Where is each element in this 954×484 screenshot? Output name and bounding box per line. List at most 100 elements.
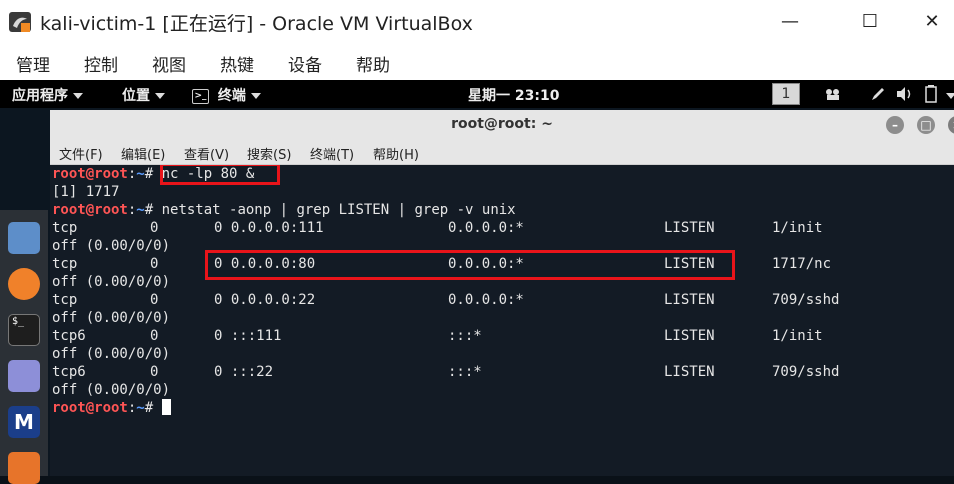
terminal-menu-edit[interactable]: 编辑(E) (121, 144, 165, 163)
job-output: [1] 1717 (52, 184, 120, 200)
close-button[interactable]: ✕ (912, 8, 952, 36)
menu-devices[interactable]: 设备 (288, 51, 322, 76)
cell-pid-program: 709/sshd (772, 364, 840, 380)
cell-recv-q: 0 (150, 292, 159, 308)
terminal-icon[interactable]: $_ (8, 314, 40, 346)
cell-foreign-address: 0.0.0.0:* (448, 220, 524, 236)
highlight-box-port-80 (205, 250, 735, 280)
system-menu-chevron-icon[interactable] (946, 93, 954, 99)
cell-state: LISTEN (664, 220, 715, 236)
pen-icon[interactable] (870, 86, 886, 102)
vbox-title-bar: kali-victim-1 [正在运行] - Oracle VM Virtual… (0, 0, 954, 44)
terminal-app-menu[interactable]: >_ 终端 (192, 85, 261, 105)
places-menu[interactable]: 位置 (122, 85, 165, 105)
chevron-down-icon (73, 93, 83, 99)
netstat-row: tcp 0 0 0.0.0.0:111 0.0.0.0:* LISTEN 1/i… (52, 219, 942, 237)
prompt-path: ~ (136, 202, 145, 218)
prompt-path: ~ (136, 166, 145, 182)
battery-icon[interactable] (924, 85, 938, 103)
netstat-row: tcp6 0 0 :::22 :::* LISTEN 709/sshd (52, 363, 942, 381)
terminal-maximize-button[interactable]: □ (917, 116, 935, 134)
terminal-menu-bar: 文件(F) 编辑(E) 查看(V) 搜索(S) 终端(T) 帮助(H) (50, 140, 954, 165)
terminal-menu-view[interactable]: 查看(V) (184, 144, 229, 163)
virtualbox-kali-icon (9, 12, 31, 32)
netstat-row: tcp6 0 0 :::111 :::* LISTEN 1/init (52, 327, 942, 345)
vbox-menu-bar: 管理 控制 视图 热键 设备 帮助 (0, 44, 954, 80)
netstat-row: tcp 0 0 0.0.0.0:22 0.0.0.0:* LISTEN 709/… (52, 291, 942, 309)
cell-proto: tcp (52, 292, 78, 308)
gnome-top-bar: 应用程序 位置 >_ 终端 星期一 23:10 1 (0, 80, 954, 108)
terminal-app-label: 终端 (217, 88, 246, 104)
minimize-button[interactable]: — (770, 8, 810, 36)
camera-icon[interactable] (824, 87, 842, 101)
cell-foreign-address: 0.0.0.0:* (448, 292, 524, 308)
terminal-title: root@root: ~ (451, 116, 553, 132)
cell-recv-q: 0 (150, 364, 159, 380)
terminal-window[interactable]: root@root: ~ – □ × 文件(F) 编辑(E) 查看(V) 搜索(… (50, 110, 954, 476)
prompt-hash: # (144, 202, 162, 218)
menu-view[interactable]: 视图 (152, 51, 186, 76)
terminal-header[interactable]: root@root: ~ – □ × (50, 110, 954, 141)
workspace-indicator[interactable]: 1 (772, 83, 800, 105)
command-line: root@root:~# netstat -aonp | grep LISTEN… (52, 201, 516, 219)
cell-local-address: 0 :::22 (214, 364, 274, 380)
cell-recv-q: 0 (150, 256, 159, 272)
dock: $_ M (0, 210, 48, 484)
command-line[interactable]: root@root:~# (52, 399, 171, 417)
terminal-menu-terminal[interactable]: 终端(T) (310, 144, 354, 163)
cell-foreign-address: :::* (448, 364, 482, 380)
app-icon[interactable] (8, 452, 40, 484)
cell-pid-program: 709/sshd (772, 292, 840, 308)
cell-foreign-address: :::* (448, 328, 482, 344)
terminal-menu-help[interactable]: 帮助(H) (373, 144, 419, 163)
firefox-icon[interactable] (8, 268, 40, 300)
timer-line: off (0.00/0/0) (52, 274, 171, 290)
cell-recv-q: 0 (150, 328, 159, 344)
highlight-box-command (160, 165, 280, 185)
timer-line: off (0.00/0/0) (52, 238, 171, 254)
files-icon[interactable] (8, 222, 40, 254)
volume-icon[interactable] (896, 86, 914, 102)
timer-line: off (0.00/0/0) (52, 382, 171, 398)
applications-label: 应用程序 (12, 88, 68, 104)
menu-help[interactable]: 帮助 (356, 51, 390, 76)
cell-proto: tcp6 (52, 328, 86, 344)
cell-proto: tcp6 (52, 364, 86, 380)
cell-local-address: 0 0.0.0.0:111 (214, 220, 324, 236)
terminal-menu-file[interactable]: 文件(F) (59, 144, 103, 163)
cell-proto: tcp (52, 256, 78, 272)
prompt-user: root@root (52, 202, 128, 218)
menu-manage[interactable]: 管理 (16, 51, 50, 76)
text-cursor (161, 399, 171, 415)
command-text: netstat -aonp | grep LISTEN | grep -v un… (161, 202, 516, 218)
cell-local-address: 0 0.0.0.0:22 (214, 292, 316, 308)
cell-state: LISTEN (664, 292, 715, 308)
applications-menu[interactable]: 应用程序 (12, 85, 83, 105)
prompt-hash: # (144, 400, 162, 416)
prompt-user: root@root (52, 166, 128, 182)
cell-state: LISTEN (664, 328, 715, 344)
timer-line: off (0.00/0/0) (52, 310, 171, 326)
window-title: kali-victim-1 [正在运行] - Oracle VM Virtual… (40, 13, 473, 35)
prompt-user: root@root (52, 400, 128, 416)
text-editor-icon[interactable] (8, 360, 40, 392)
chevron-down-icon (155, 93, 165, 99)
cell-recv-q: 0 (150, 220, 159, 236)
terminal-menu-search[interactable]: 搜索(S) (247, 144, 291, 163)
maximize-button[interactable]: ☐ (850, 8, 890, 36)
cell-proto: tcp (52, 220, 78, 236)
terminal-output[interactable]: root@root:~# nc -lp 80 & [1] 1717 root@r… (50, 165, 954, 476)
cell-pid-program: 1/init (772, 328, 823, 344)
terminal-minimize-button[interactable]: – (886, 116, 904, 134)
timer-line: off (0.00/0/0) (52, 346, 171, 362)
menu-control[interactable]: 控制 (84, 51, 118, 76)
cell-pid-program: 1717/nc (772, 256, 832, 272)
cell-state: LISTEN (664, 364, 715, 380)
cell-pid-program: 1/init (772, 220, 823, 236)
menu-hotkey[interactable]: 热键 (220, 51, 254, 76)
chevron-down-icon (250, 93, 261, 99)
clock[interactable]: 星期一 23:10 (468, 85, 559, 105)
prompt-path: ~ (136, 400, 145, 416)
metasploit-icon[interactable]: M (8, 406, 40, 438)
cell-local-address: 0 :::111 (214, 328, 282, 344)
